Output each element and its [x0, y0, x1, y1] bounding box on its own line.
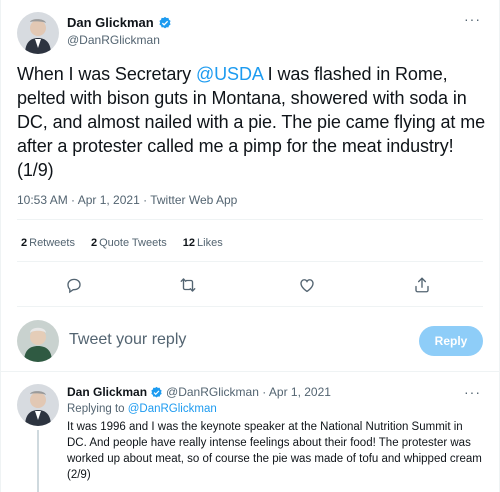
tweet-timestamp[interactable]: 10:53 AM · Apr 1, 2021 · Twitter Web App	[17, 193, 237, 207]
thread-author-avatar[interactable]	[17, 384, 59, 426]
quote-tweets-stat[interactable]: 2 Quote Tweets	[91, 237, 167, 249]
reply-submit-button[interactable]: Reply	[419, 326, 483, 356]
tweet-text: When I was Secretary @USDA I was flashed…	[17, 64, 486, 180]
reply-button[interactable]	[60, 271, 88, 299]
divider	[17, 219, 483, 220]
share-button[interactable]	[408, 271, 436, 299]
thread-tweet-header: Dan Glickman @DanRGlickman · Apr 1, 2021	[67, 385, 331, 399]
like-icon	[300, 279, 314, 293]
current-user-avatar[interactable]	[17, 320, 59, 362]
divider	[17, 306, 483, 307]
reply-input[interactable]: Tweet your reply	[69, 331, 186, 349]
author-avatar[interactable]	[17, 12, 59, 54]
verified-badge-icon	[159, 16, 171, 28]
replying-to: Replying to @DanRGlickman	[67, 403, 217, 415]
divider	[17, 261, 483, 262]
share-icon	[415, 277, 429, 293]
thread-author-name[interactable]: Dan Glickman	[67, 385, 147, 399]
tweet-stats: 2 Retweets 2 Quote Tweets 12 Likes	[21, 237, 223, 249]
tweet-detail-view: Dan Glickman @DanRGlickman ··· When I wa…	[0, 0, 500, 492]
mention-link[interactable]: @USDA	[196, 64, 263, 84]
thread-tweet-text: It was 1996 and I was the keynote speake…	[67, 421, 482, 481]
thread-more-options-button[interactable]: ···	[464, 384, 481, 400]
like-button[interactable]	[293, 271, 321, 299]
verified-badge-icon	[151, 386, 162, 398]
retweet-icon	[180, 278, 196, 292]
author-handle[interactable]: @DanRGlickman	[67, 33, 160, 47]
thread-author-meta[interactable]: @DanRGlickman · Apr 1, 2021	[166, 385, 331, 399]
thread-connector-line	[37, 430, 39, 492]
reply-icon	[67, 278, 81, 294]
likes-stat[interactable]: 12 Likes	[183, 237, 223, 249]
tweet-actions-bar	[1, 271, 500, 299]
author-name[interactable]: Dan Glickman	[67, 15, 172, 30]
divider	[1, 371, 499, 372]
replying-to-handle[interactable]: @DanRGlickman	[128, 403, 217, 415]
retweet-button[interactable]	[174, 271, 202, 299]
retweets-stat[interactable]: 2 Retweets	[21, 237, 75, 249]
more-options-button[interactable]: ···	[464, 12, 481, 26]
